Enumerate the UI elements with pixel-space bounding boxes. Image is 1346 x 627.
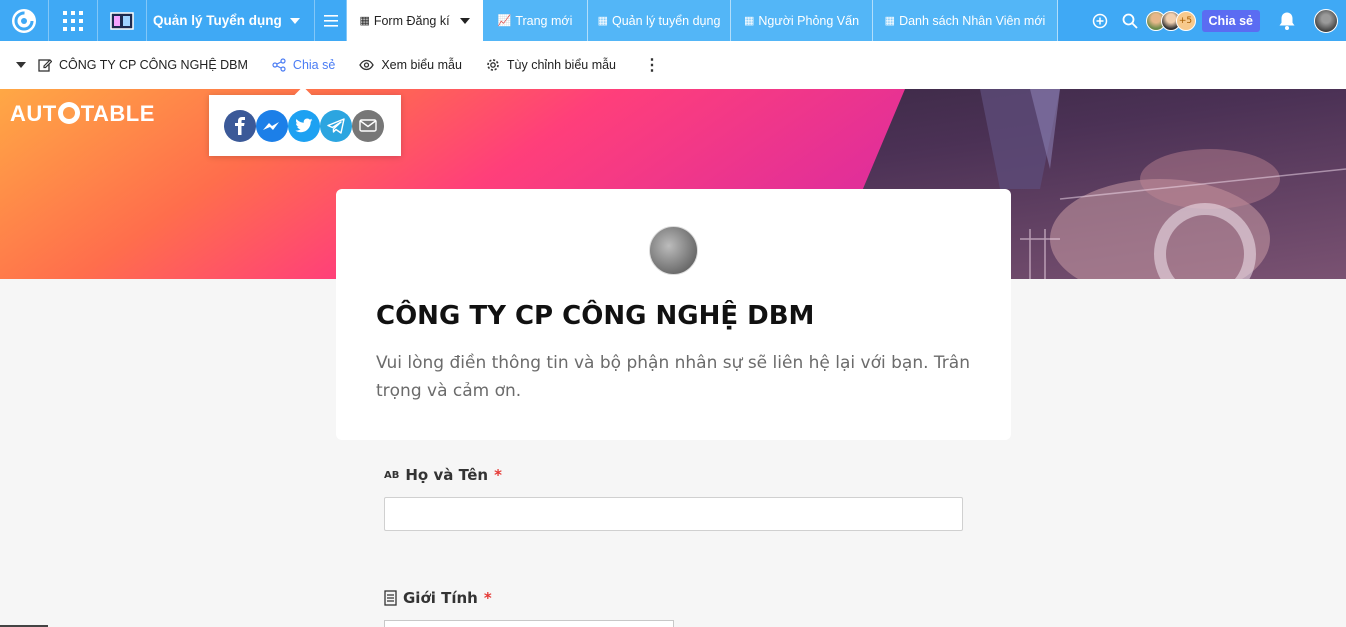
messenger-share-button[interactable] bbox=[256, 109, 288, 142]
app-logo[interactable] bbox=[0, 0, 49, 41]
customize-label: Tùy chỉnh biểu mẫu bbox=[506, 58, 617, 72]
messenger-icon bbox=[263, 121, 279, 130]
topbar-actions: +5 Chia sẻ bbox=[1086, 0, 1346, 41]
chevron-down-icon bbox=[459, 17, 470, 24]
form-name-label: CÔNG TY CP CÔNG NGHỆ DBM bbox=[59, 58, 248, 72]
preview-form-button[interactable]: Xem biểu mẫu bbox=[359, 58, 462, 72]
autotable-logo-icon bbox=[12, 8, 36, 33]
table-icon: ▦ bbox=[884, 15, 896, 27]
tab-label: Quản lý tuyển dụng bbox=[612, 13, 721, 28]
grid-icon bbox=[63, 10, 83, 31]
ab-text-icon: AB bbox=[384, 469, 400, 481]
brand-text-left: AUT bbox=[10, 101, 57, 126]
table-icon: ▦ bbox=[743, 15, 755, 27]
form-title: CÔNG TY CP CÔNG NGHỆ DBM bbox=[376, 301, 815, 331]
ho-va-ten-input[interactable] bbox=[384, 497, 963, 531]
tab-label: Người Phỏng Vấn bbox=[758, 13, 860, 28]
user-avatar[interactable] bbox=[1314, 8, 1338, 33]
form-name-button[interactable]: CÔNG TY CP CÔNG NGHỆ DBM bbox=[38, 58, 248, 72]
field-label-text: Giới Tính bbox=[403, 589, 478, 607]
twitter-share-button[interactable] bbox=[288, 109, 320, 142]
gear-icon bbox=[487, 59, 499, 71]
tab-label: Form Đăng kí bbox=[373, 13, 450, 28]
brand-text-right: TABLE bbox=[80, 101, 155, 126]
facebook-share-button[interactable] bbox=[224, 109, 256, 142]
telegram-icon bbox=[327, 117, 345, 134]
hamburger-icon bbox=[323, 14, 338, 27]
tab-danh-sach-nhan-vien-moi[interactable]: ▦ Danh sách Nhân Viên mới bbox=[873, 0, 1058, 41]
add-tab-icon[interactable] bbox=[1092, 13, 1108, 29]
collaborators[interactable]: +5 bbox=[1145, 10, 1196, 31]
form-toolbar: CÔNG TY CP CÔNG NGHỆ DBM Chia sẻ Xem biể… bbox=[0, 41, 1346, 89]
top-navigation-bar: Quản lý Tuyển dụng ▦ Form Đăng kí 📈 Tran… bbox=[0, 0, 1346, 41]
list-icon bbox=[384, 590, 397, 606]
tab-quan-ly-tuyen-dung[interactable]: ▦ Quản lý tuyển dụng bbox=[588, 0, 731, 41]
share-link-button[interactable]: Chia sẻ bbox=[272, 58, 335, 72]
tab-form-dang-ki[interactable]: ▦ Form Đăng kí bbox=[347, 0, 483, 41]
brand-logo: AUT TABLE bbox=[10, 101, 155, 127]
required-mark: * bbox=[494, 466, 502, 484]
facebook-icon bbox=[235, 116, 245, 135]
eye-icon bbox=[359, 59, 375, 71]
app-thumbnail[interactable] bbox=[98, 0, 147, 41]
preview-label: Xem biểu mẫu bbox=[381, 58, 462, 72]
brand-o-icon bbox=[57, 102, 80, 124]
bell-icon[interactable] bbox=[1278, 11, 1296, 31]
required-mark: * bbox=[483, 589, 492, 607]
menu-button[interactable] bbox=[315, 0, 347, 41]
search-icon[interactable] bbox=[1122, 13, 1138, 29]
share-icon bbox=[272, 58, 286, 72]
field-label-text: Họ và Tên bbox=[405, 466, 489, 484]
field-label-gioi-tinh: Giới Tính * bbox=[384, 589, 492, 607]
collaborator-count-badge: +5 bbox=[1175, 10, 1196, 31]
app-name: Quản lý Tuyển dụng bbox=[153, 13, 282, 28]
share-button[interactable]: Chia sẻ bbox=[1201, 9, 1260, 32]
collapse-caret-icon[interactable] bbox=[16, 62, 26, 68]
customize-form-button[interactable]: Tùy chỉnh biểu mẫu bbox=[486, 58, 616, 72]
tab-label: Danh sách Nhân Viên mới bbox=[899, 13, 1046, 28]
company-avatar bbox=[649, 226, 698, 275]
share-label: Chia sẻ bbox=[292, 58, 336, 72]
chevron-down-icon bbox=[289, 17, 300, 24]
app-thumbnail-icon bbox=[110, 11, 134, 30]
edit-icon bbox=[38, 59, 52, 72]
app-selector[interactable]: Quản lý Tuyển dụng bbox=[147, 0, 315, 41]
tab-label: Trang mới bbox=[515, 13, 573, 28]
gioi-tinh-select[interactable] bbox=[384, 620, 674, 627]
tab-trang-moi[interactable]: 📈 Trang mới bbox=[483, 0, 588, 41]
apps-grid-button[interactable] bbox=[49, 0, 98, 41]
email-share-button[interactable] bbox=[352, 109, 384, 142]
table-icon: ▦ bbox=[359, 15, 370, 27]
share-popup bbox=[209, 95, 401, 156]
tab-nguoi-phong-van[interactable]: ▦ Người Phỏng Vấn bbox=[731, 0, 873, 41]
chart-icon: 📈 bbox=[497, 15, 512, 27]
twitter-icon bbox=[295, 118, 313, 133]
table-icon: ▦ bbox=[597, 15, 608, 27]
email-icon bbox=[359, 119, 377, 132]
form-description: Vui lòng điền thông tin và bộ phận nhân … bbox=[376, 353, 970, 401]
telegram-share-button[interactable] bbox=[320, 109, 352, 142]
more-options-icon[interactable]: ⋮ bbox=[644, 55, 660, 75]
field-label-ho-va-ten: AB Họ và Tên * bbox=[384, 466, 502, 484]
form-header-card: CÔNG TY CP CÔNG NGHỆ DBM Vui lòng điền t… bbox=[336, 189, 1011, 440]
